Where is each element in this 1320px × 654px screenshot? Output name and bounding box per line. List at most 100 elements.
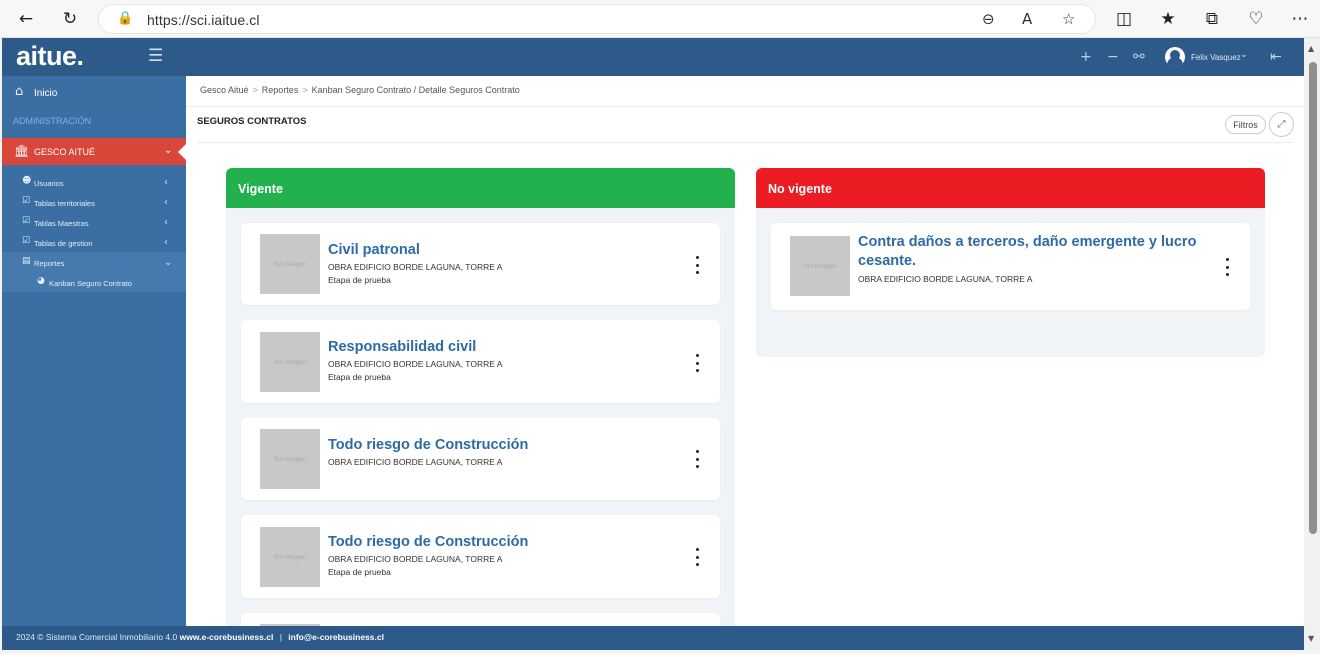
card-subtitle: OBRA EDIFICIO BORDE LAGUNA, TORRE A: [328, 359, 503, 369]
browser-essentials-icon[interactable]: ♡: [1244, 7, 1268, 31]
top-bar: aitue. ☰ + − ⚯ Felix Vasquez ⌄ ⇤: [2, 38, 1304, 76]
minus-icon[interactable]: −: [1107, 50, 1119, 64]
footer-copyright: 2024 © Sistema Comercial Inmobiliario 4.…: [16, 632, 178, 642]
bar-chart-icon: ▤: [22, 256, 31, 266]
sidebar-item-label: Kanban Seguro Contrato: [49, 279, 132, 288]
plus-icon[interactable]: +: [1080, 50, 1092, 64]
footer-email-link[interactable]: info@e-corebusiness.cl: [288, 632, 384, 642]
kebab-menu-icon[interactable]: [1220, 258, 1234, 276]
filtros-button[interactable]: Filtros: [1225, 115, 1266, 134]
zoom-out-icon[interactable]: ⊖: [982, 10, 995, 28]
checkbox-icon: ☑: [22, 236, 31, 246]
breadcrumb-item[interactable]: Gesco Aitué: [200, 85, 249, 95]
scrollbar[interactable]: ▲ ▼: [1304, 38, 1320, 650]
kanban-card[interactable]: Sin Imagen Contra daños a terceros, daño…: [771, 223, 1250, 310]
chevron-down-icon: ⌄: [164, 145, 173, 156]
address-bar[interactable]: 🔒 https://sci.iaitue.cl ⊖ A ☆: [98, 4, 1096, 34]
active-indicator: [178, 144, 186, 160]
card-thumbnail: Sin Imagen: [260, 527, 320, 587]
footer: 2024 © Sistema Comercial Inmobiliario 4.…: [2, 626, 1304, 650]
card-stage: Etapa de prueba: [328, 567, 391, 577]
scroll-up-icon[interactable]: ▲: [1308, 44, 1314, 53]
breadcrumb: Gesco Aitué > Reportes > Kanban Seguro Contr…: [200, 85, 520, 95]
kanban-card[interactable]: Sin Imagen Todo riesgo de Construcción O…: [241, 418, 720, 500]
back-arrow-icon[interactable]: ←: [14, 7, 38, 31]
card-subtitle: OBRA EDIFICIO BORDE LAGUNA, TORRE A: [858, 274, 1033, 284]
divider: [197, 142, 1294, 143]
chevron-left-icon: ‹: [164, 177, 168, 188]
collections-icon[interactable]: ⧉: [1200, 7, 1224, 31]
chevron-down-icon[interactable]: ⌄: [1240, 50, 1248, 60]
card-subtitle: OBRA EDIFICIO BORDE LAGUNA, TORRE A: [328, 457, 503, 467]
footer-site-link[interactable]: www.e-corebusiness.cl: [180, 632, 274, 642]
sidebar-item-reportes[interactable]: ▤ Reportes ⌄: [2, 252, 186, 272]
card-title[interactable]: Responsabilidad civil: [328, 338, 688, 357]
read-aloud-icon[interactable]: A: [1022, 10, 1032, 28]
bank-icon: 🏛: [14, 144, 30, 158]
kanban-card[interactable]: Sin Imagen Todo riesgo de Construcción O…: [241, 515, 720, 598]
split-screen-icon[interactable]: ◫: [1112, 7, 1136, 31]
card-stage: Etapa de prueba: [328, 275, 391, 285]
sidebar-item-label: Tablas Maestras: [34, 219, 89, 228]
scroll-down-icon[interactable]: ▼: [1308, 634, 1314, 643]
kanban-card[interactable]: Sin Imagen Responsabilidad civil OBRA ED…: [241, 320, 720, 403]
app-window: aitue. ☰ + − ⚯ Felix Vasquez ⌄ ⇤ ⌂ Inici…: [2, 38, 1304, 650]
reload-icon[interactable]: ↻: [58, 7, 82, 31]
card-subtitle: OBRA EDIFICIO BORDE LAGUNA, TORRE A: [328, 554, 503, 564]
sidebar-item-label: Reportes: [34, 259, 65, 268]
star-icon[interactable]: ☆: [1062, 10, 1075, 28]
main-content: Gesco Aitué > Reportes > Kanban Seguro Contr…: [186, 76, 1304, 638]
kebab-menu-icon[interactable]: [690, 256, 704, 274]
divider: [186, 106, 1304, 107]
users-icon: ☻: [22, 176, 32, 186]
breadcrumb-item[interactable]: Reportes: [262, 85, 299, 95]
breadcrumb-separator: >: [302, 85, 308, 95]
chevron-left-icon: ‹: [164, 197, 168, 208]
url-text: https://sci.iaitue.cl: [147, 12, 260, 28]
more-icon[interactable]: ⋯: [1288, 7, 1312, 31]
scrollbar-thumb[interactable]: [1309, 62, 1317, 534]
sidebar-item-tablas-maestras[interactable]: ☑ Tablas Maestras ‹: [2, 212, 186, 232]
sidebar-item-gesco[interactable]: 🏛 GESCO AITUÉ ⌄: [2, 138, 186, 165]
browser-toolbar: ← ↻ 🔒 https://sci.iaitue.cl ⊖ A ☆ ◫ ★ ⧉ …: [0, 0, 1320, 38]
kanban-card[interactable]: Sin Imagen Civil patronal OBRA EDIFICIO …: [241, 223, 720, 305]
breadcrumb-separator: >: [252, 85, 258, 95]
expand-icon[interactable]: ⤢: [1269, 112, 1294, 137]
home-icon: ⌂: [15, 84, 24, 99]
sidebar-item-kanban-seguro-contrato[interactable]: ◕ Kanban Seguro Contrato: [2, 272, 186, 292]
logout-icon[interactable]: ⇤: [1270, 50, 1282, 64]
card-thumbnail: Sin Imagen: [260, 234, 320, 294]
avatar[interactable]: [1165, 47, 1185, 67]
logo[interactable]: aitue.: [16, 41, 84, 72]
kebab-menu-icon[interactable]: [690, 548, 704, 566]
kebab-menu-icon[interactable]: [690, 354, 704, 372]
card-title[interactable]: Contra daños a terceros, daño emergente …: [858, 233, 1218, 271]
sidebar-item-usuarios[interactable]: ☻ Usuarios ‹: [2, 172, 186, 192]
chevron-down-icon: ⌄: [164, 257, 173, 268]
card-stage: Etapa de prueba: [328, 372, 391, 382]
checkbox-icon: ☑: [22, 196, 31, 206]
lock-icon[interactable]: 🔒: [117, 11, 133, 26]
kanban-column-vigente: Vigente Sin Imagen Civil patronal OBRA E…: [226, 168, 735, 638]
user-name[interactable]: Felix Vasquez: [1191, 53, 1241, 62]
footer-separator: |: [279, 632, 282, 642]
sidebar-item-label: GESCO AITUÉ: [34, 147, 96, 157]
user-outline-icon[interactable]: ⚯: [1133, 50, 1145, 64]
sidebar-item-label: Tablas de gestion: [34, 239, 93, 248]
sidebar-item-label: Inicio: [34, 88, 58, 99]
column-header: No vigente: [756, 168, 1265, 208]
card-thumbnail: Sin Imagen: [260, 429, 320, 489]
kebab-menu-icon[interactable]: [690, 450, 704, 468]
sidebar-item-tablas-territoriales[interactable]: ☑ Tablas territoriales ‹: [2, 192, 186, 212]
sidebar-item-tablas-gestion[interactable]: ☑ Tablas de gestion ‹: [2, 232, 186, 252]
card-title[interactable]: Civil patronal: [328, 241, 688, 260]
sidebar-item-label: Tablas territoriales: [34, 199, 95, 208]
sidebar-section-title: ADMINISTRACIÓN: [13, 116, 92, 126]
card-thumbnail: Sin Imagen: [790, 236, 850, 296]
sidebar-item-label: Usuarios: [34, 179, 64, 188]
card-title[interactable]: Todo riesgo de Construcción: [328, 533, 688, 552]
sidebar-item-inicio[interactable]: ⌂ Inicio: [2, 83, 186, 103]
favorites-icon[interactable]: ★: [1156, 7, 1180, 31]
card-title[interactable]: Todo riesgo de Construcción: [328, 436, 688, 455]
hamburger-menu-icon[interactable]: ☰: [148, 46, 163, 66]
